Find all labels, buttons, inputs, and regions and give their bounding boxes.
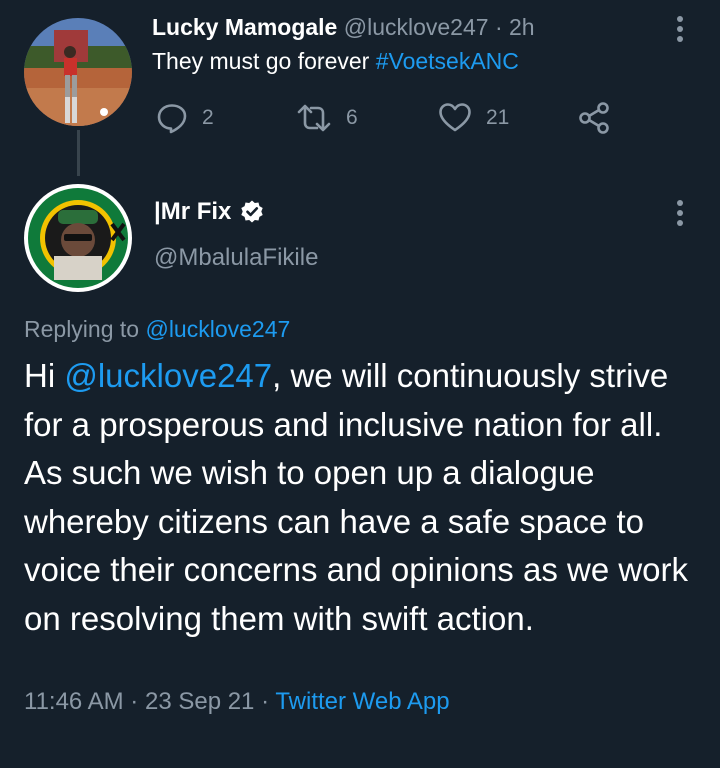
hashtag-link[interactable]: #VoetsekANC [376,48,519,74]
tweet-date[interactable]: 23 Sep 21 [145,688,254,715]
body-text: , we will continuously strive for a pros… [24,357,689,637]
meta-separator: · [261,688,270,715]
like-button[interactable]: 21 [438,100,509,136]
body-mention-link[interactable]: @lucklove247 [64,357,272,394]
parent-text: They must go forever [152,48,376,74]
meta-separator: · [130,688,139,715]
reply-count: 2 [202,106,214,129]
parent-timestamp[interactable]: 2h [509,14,535,40]
reply-icon [157,104,187,134]
parent-tweet-text: They must go forever #VoetsekANC [152,48,519,75]
like-count: 21 [486,106,510,129]
author-name-row: |Mr Fix [154,198,265,226]
parent-separator: · [494,14,503,40]
tweet-metadata: 11:46 AM · 23 Sep 21 · Twitter Web App [24,688,450,716]
author-display-name[interactable]: |Mr Fix [154,198,231,226]
avatar[interactable] [24,184,132,292]
avatar[interactable] [24,18,132,126]
more-options-icon[interactable] [668,198,692,228]
body-prefix: Hi [24,357,65,394]
share-icon [579,102,609,134]
heart-icon [439,103,471,132]
retweet-button[interactable]: 6 [296,100,358,136]
replying-to: Replying to @lucklove247 [24,316,290,343]
retweet-icon [297,104,331,132]
parent-tweet-header: Lucky Mamogale @lucklove247 · 2h [152,14,535,41]
tweet-time[interactable]: 11:46 AM [24,688,124,715]
parent-display-name[interactable]: Lucky Mamogale [152,14,337,40]
replying-to-mention[interactable]: @lucklove247 [145,316,290,342]
tweet-thread: Lucky Mamogale @lucklove247 · 2h They mu… [0,0,720,768]
retweet-count: 6 [346,106,358,129]
replying-to-label: Replying to [24,316,140,342]
tweet-body: Hi @lucklove247, we will continuously st… [24,352,704,643]
share-button[interactable] [578,100,612,136]
tweet-source-link[interactable]: Twitter Web App [275,688,449,715]
reply-button[interactable]: 2 [156,100,214,136]
more-options-icon[interactable] [668,14,692,44]
thread-connector-line [77,130,80,176]
author-handle[interactable]: @MbalulaFikile [154,244,318,272]
parent-handle[interactable]: @lucklove247 [344,14,489,40]
verified-badge-icon [241,200,264,223]
